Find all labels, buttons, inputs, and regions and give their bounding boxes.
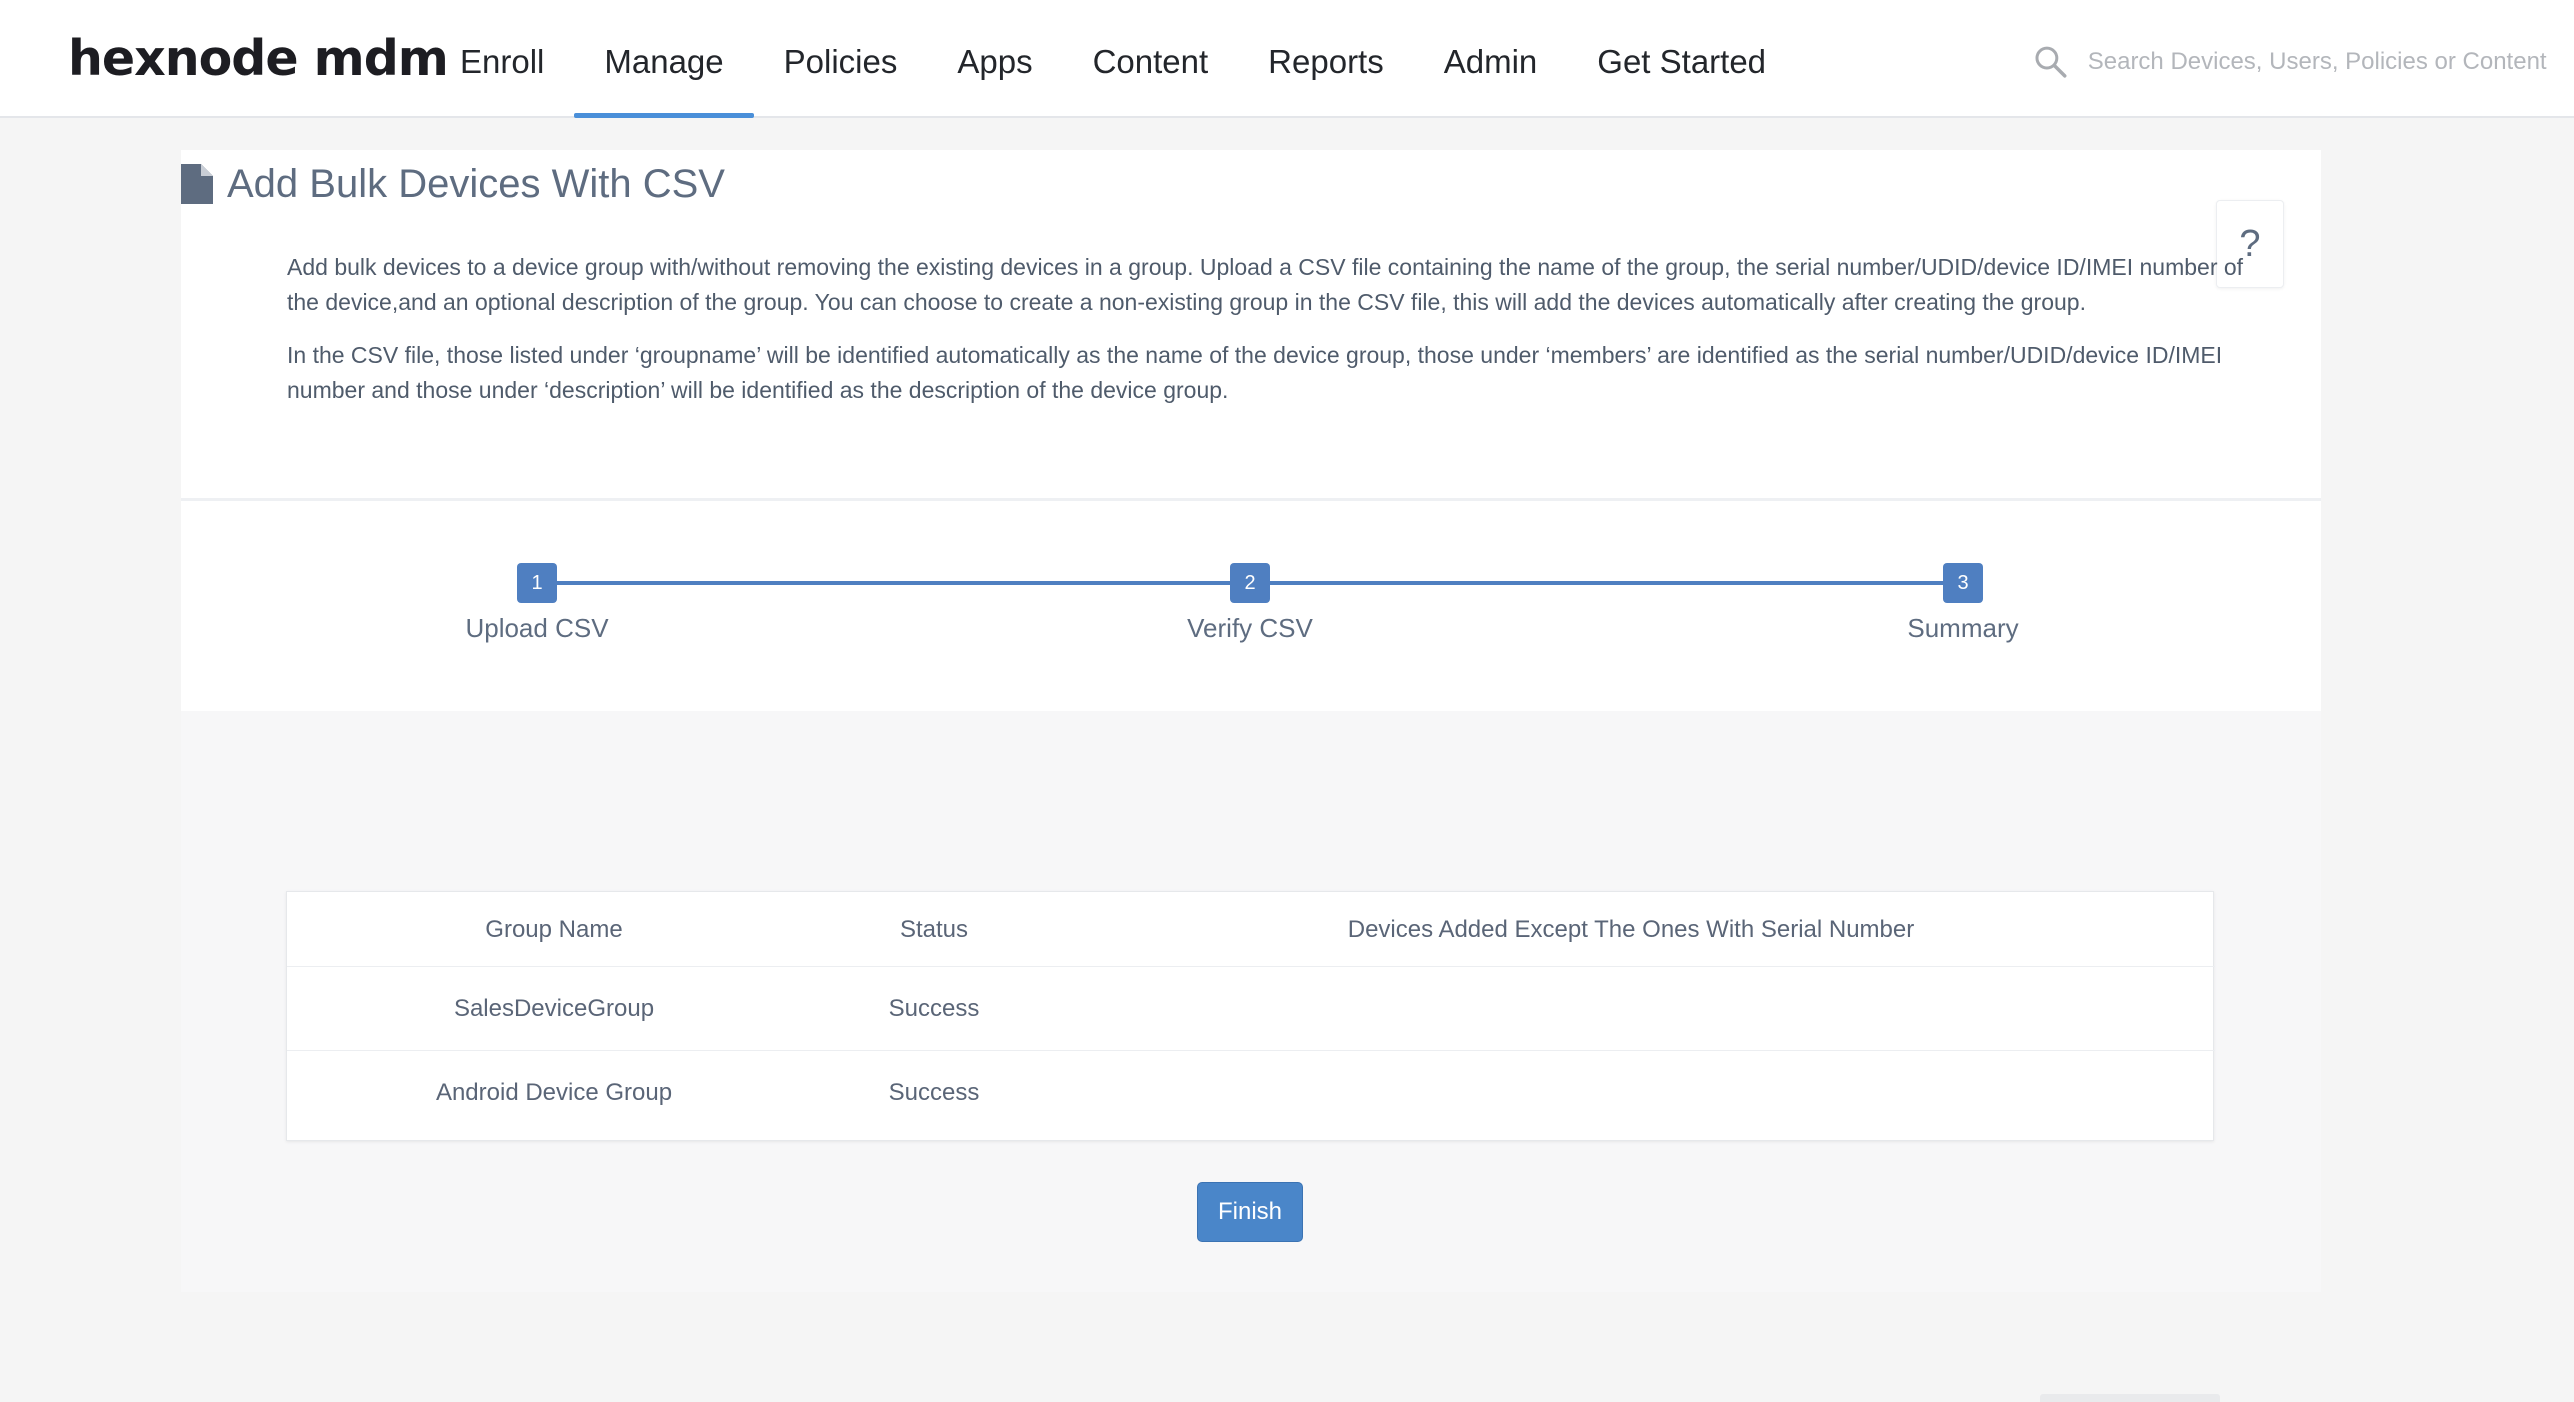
search-input[interactable] xyxy=(2087,48,2554,76)
group-name-cell: Android Device Group xyxy=(435,1079,673,1106)
table-row: SalesDeviceGroup Success xyxy=(287,967,2215,1051)
nav-get-started[interactable]: Get Started xyxy=(1567,0,1796,118)
nav-apps[interactable]: Apps xyxy=(927,0,1062,118)
global-search xyxy=(2034,40,2554,84)
nav-admin[interactable]: Admin xyxy=(1414,0,1568,118)
page-title: Add Bulk Devices With CSV xyxy=(227,162,725,206)
nav-enroll[interactable]: Enroll xyxy=(430,0,574,118)
step-number: 2 xyxy=(1230,563,1270,603)
bottom-tab[interactable] xyxy=(2040,1394,2220,1402)
step-label: Upload CSV xyxy=(465,613,609,643)
search-icon[interactable] xyxy=(2034,45,2068,79)
nav-manage[interactable]: Manage xyxy=(574,0,754,118)
nav-policies[interactable]: Policies xyxy=(754,0,928,118)
description: Add bulk devices to a device group with/… xyxy=(287,250,2372,426)
status-cell: Success xyxy=(888,1079,980,1106)
table-row: Android Device Group Success xyxy=(287,1051,2215,1135)
description-paragraph: Add bulk devices to a device group with/… xyxy=(287,254,2244,315)
step-number: 1 xyxy=(517,563,557,603)
group-name-cell: SalesDeviceGroup xyxy=(453,995,655,1022)
column-header-devices: Devices Added Except The Ones With Seria… xyxy=(1347,916,1915,943)
nav-reports[interactable]: Reports xyxy=(1238,0,1414,118)
step-label: Summary xyxy=(1907,613,2019,643)
bulk-devices-card: Add Bulk Devices With CSV ? Add bulk dev… xyxy=(181,150,2321,1292)
hexnode-logo[interactable]: hexnode mdm xyxy=(68,28,449,90)
title-row: Add Bulk Devices With CSV xyxy=(181,156,725,212)
step-label: Verify CSV xyxy=(1187,613,1313,643)
nav-content[interactable]: Content xyxy=(1063,0,1239,118)
summary-table: Group Name Status Devices Added Except T… xyxy=(286,891,2215,1141)
status-cell: Success xyxy=(888,995,980,1022)
summary-area: Group Name Status Devices Added Except T… xyxy=(181,711,2321,1292)
document-icon xyxy=(181,164,213,204)
main-nav: Enroll Manage Policies Apps Content Repo… xyxy=(430,0,1796,118)
wizard-stepper: 1 Upload CSV 2 Verify CSV 3 Summary xyxy=(181,501,2321,711)
step-number: 3 xyxy=(1943,563,1983,603)
top-header: hexnode mdm Enroll Manage Policies Apps … xyxy=(0,0,2574,118)
description-paragraph: In the CSV file, those listed under ‘gro… xyxy=(287,342,2223,403)
finish-button[interactable]: Finish xyxy=(1197,1182,1303,1242)
column-header-group-name: Group Name xyxy=(485,916,623,943)
table-header-row: Group Name Status Devices Added Except T… xyxy=(287,892,2215,967)
column-header-status: Status xyxy=(899,916,969,943)
